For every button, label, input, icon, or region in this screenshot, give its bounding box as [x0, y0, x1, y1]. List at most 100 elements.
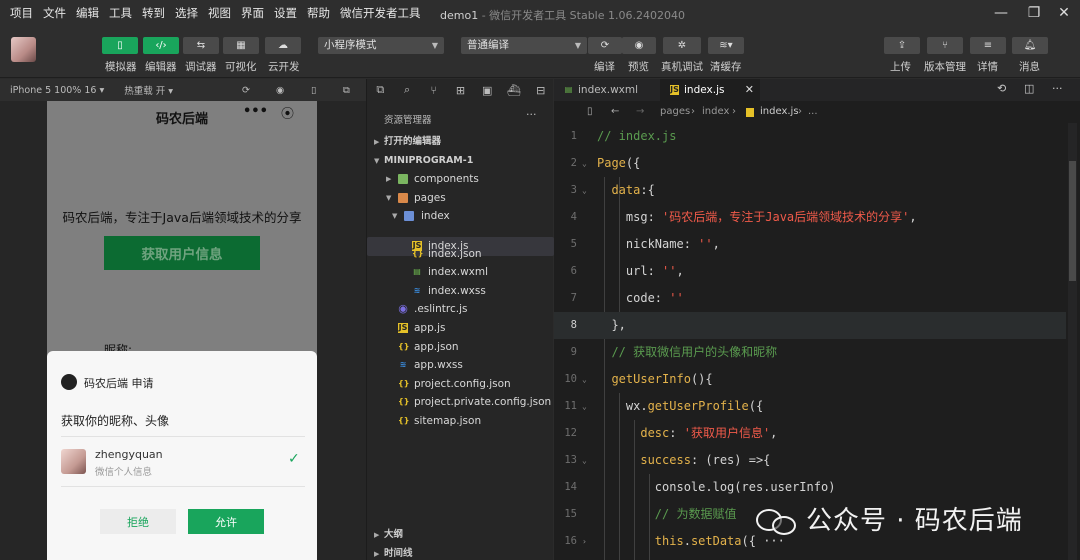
code-line[interactable]: 3 ⌄ data:{	[554, 177, 1066, 204]
tree-file-sitemap[interactable]: {} sitemap.json	[367, 412, 554, 431]
fold-chevron-icon[interactable]: ⌄	[582, 393, 587, 420]
fold-chevron-icon[interactable]: ⌄	[582, 177, 587, 204]
popout-icon[interactable]: ⧉	[343, 85, 350, 96]
fold-chevron-icon[interactable]: ›	[582, 528, 587, 555]
tree-file-eslintrc[interactable]: ◉ .eslintrc.js	[367, 300, 554, 319]
code-line[interactable]: 6 url: '',	[554, 258, 1066, 285]
code-line[interactable]: 10 ⌄ getUserInfo(){	[554, 366, 1066, 393]
extension-grid-icon[interactable]: ⊟	[527, 84, 554, 97]
version-button[interactable]: ⑂	[927, 37, 963, 54]
crumb-file[interactable]: index.js	[760, 106, 799, 117]
cloud-button[interactable]: ☁	[265, 37, 301, 54]
minimize-icon[interactable]: —	[992, 4, 1010, 22]
compare-icon[interactable]: ⟲	[997, 82, 1006, 95]
menu-edit[interactable]: 编辑	[71, 5, 104, 21]
checkmark-icon[interactable]: ✓	[288, 451, 300, 467]
fold-chevron-icon[interactable]: ⌄	[582, 366, 587, 393]
tree-file-app-json[interactable]: {} app.json	[367, 338, 554, 357]
whale-icon[interactable]: ⛴	[501, 84, 528, 97]
menu-help[interactable]: 帮助	[302, 5, 335, 21]
allow-button[interactable]: 允许	[188, 509, 264, 534]
tree-file-project-config[interactable]: {} project.config.json	[367, 375, 554, 394]
debug-panel-icon[interactable]: ▣	[474, 84, 501, 97]
capsule-menu[interactable]: ••• ⦿	[237, 104, 303, 122]
menu-wechat-devtools[interactable]: 微信开发者工具	[335, 5, 426, 21]
more-dots-icon[interactable]: •••	[243, 104, 268, 119]
record-icon[interactable]: ◉	[276, 85, 284, 96]
menu-settings[interactable]: 设置	[269, 5, 302, 21]
close-window-icon[interactable]: ✕	[1055, 4, 1073, 22]
section-timeline[interactable]: ▶ 时间线	[367, 545, 554, 560]
simulator-button[interactable]: ▯	[102, 37, 138, 54]
code-line[interactable]: 9 // 获取微信用户的头像和昵称	[554, 339, 1066, 366]
editor-button[interactable]: ‹/›	[143, 37, 179, 54]
extensions-icon[interactable]: ⊞	[447, 84, 474, 97]
source-control-icon[interactable]: ⑂	[420, 84, 447, 97]
get-userinfo-button[interactable]: 获取用户信息	[104, 236, 260, 270]
code-line[interactable]: 5 nickName: '',	[554, 231, 1066, 258]
search-icon[interactable]: ⌕	[394, 83, 421, 97]
messages-button[interactable]: 🔔︎	[1012, 37, 1048, 54]
tree-file-app-js[interactable]: JS app.js	[367, 319, 554, 338]
upload-button[interactable]: ⇪	[884, 37, 920, 54]
tree-file-index-wxml[interactable]: ▤ index.wxml	[367, 263, 554, 282]
crumb-index[interactable]: index	[702, 106, 729, 117]
code-line[interactable]: 8 },	[554, 312, 1066, 339]
section-project[interactable]: ▼ MINIPROGRAM-1	[367, 152, 554, 171]
debugger-button[interactable]: ⇆	[183, 37, 219, 54]
compile-button[interactable]: ⟳	[588, 37, 622, 54]
files-icon[interactable]: ⧉	[367, 83, 394, 97]
crumb-pages[interactable]: pages	[660, 106, 690, 117]
preview-button[interactable]: ◉	[622, 37, 656, 54]
maximize-icon[interactable]: ❐	[1025, 4, 1043, 22]
menu-view[interactable]: 视图	[203, 5, 236, 21]
menu-project[interactable]: 项目	[0, 5, 38, 21]
visual-button[interactable]: ▦	[223, 37, 259, 54]
reject-button[interactable]: 拒绝	[100, 509, 176, 534]
menu-file[interactable]: 文件	[38, 5, 71, 21]
tree-file-project-private[interactable]: {} project.private.config.json	[367, 393, 554, 412]
tab-index-js[interactable]: JS index.js ✕	[660, 79, 760, 101]
fold-chevron-icon[interactable]: ⌄	[582, 447, 587, 474]
phone-frame-icon[interactable]: ▯	[311, 85, 316, 96]
section-open-editors[interactable]: ▶ 打开的编辑器	[367, 133, 554, 152]
back-arrow-icon[interactable]: ←	[611, 106, 619, 117]
code-line[interactable]: 11 ⌄ wx.getUserProfile({	[554, 393, 1066, 420]
clear-cache-button[interactable]: ≋▾	[708, 37, 744, 54]
section-outline[interactable]: ▶ 大纲	[367, 526, 554, 545]
device-select[interactable]: iPhone 5 100% 16 ▾	[10, 85, 104, 96]
more-dots-icon[interactable]: ···	[1052, 82, 1063, 95]
mode-select[interactable]: 小程序模式 ▼	[318, 37, 444, 54]
code-line[interactable]: 13 ⌄ success: (res) =>{	[554, 447, 1066, 474]
bookmark-icon[interactable]: ▯	[587, 106, 593, 117]
tree-folder-components[interactable]: ▶ components	[367, 170, 554, 189]
menu-select[interactable]: 选择	[170, 5, 203, 21]
hotreload-select[interactable]: 热重载 开 ▾	[124, 83, 173, 97]
tab-index-wxml[interactable]: ▤ index.wxml	[554, 79, 658, 101]
avatar[interactable]	[11, 37, 36, 62]
code-line[interactable]: 1 // index.js	[554, 123, 1066, 150]
device-debug-button[interactable]: ✲	[663, 37, 701, 54]
split-editor-icon[interactable]: ◫	[1024, 82, 1034, 95]
code-line[interactable]: 12 desc: '获取用户信息',	[554, 420, 1066, 447]
menu-goto[interactable]: 转到	[137, 5, 170, 21]
code-line[interactable]: 4 msg: '码农后端，专注于Java后端领域技术的分享',	[554, 204, 1066, 231]
code-line[interactable]: 7 code: ''	[554, 285, 1066, 312]
code-line[interactable]: 2 ⌄ Page({	[554, 150, 1066, 177]
more-dots-icon[interactable]: ···	[526, 108, 537, 121]
forward-arrow-icon[interactable]: →	[636, 106, 644, 117]
crumb-more[interactable]: ...	[808, 106, 818, 117]
tree-folder-index[interactable]: ▼ index	[367, 207, 554, 226]
fold-chevron-icon[interactable]: ⌄	[582, 150, 587, 177]
scrollbar-thumb[interactable]	[1069, 161, 1076, 281]
exit-circle-icon[interactable]: ⦿	[281, 103, 294, 122]
details-button[interactable]: ≡	[970, 37, 1006, 54]
tree-folder-pages[interactable]: ▼ pages	[367, 189, 554, 208]
tree-file-index-wxss[interactable]: ≋ index.wxss	[367, 282, 554, 301]
tree-file-app-wxss[interactable]: ≋ app.wxss	[367, 356, 554, 375]
menu-tools[interactable]: 工具	[104, 5, 137, 21]
code-line[interactable]: 14 console.log(res.userInfo)	[554, 474, 1066, 501]
compile-select[interactable]: 普通编译 ▼	[461, 37, 587, 54]
menu-interface[interactable]: 界面	[236, 5, 269, 21]
editor-scrollbar[interactable]	[1068, 123, 1077, 560]
